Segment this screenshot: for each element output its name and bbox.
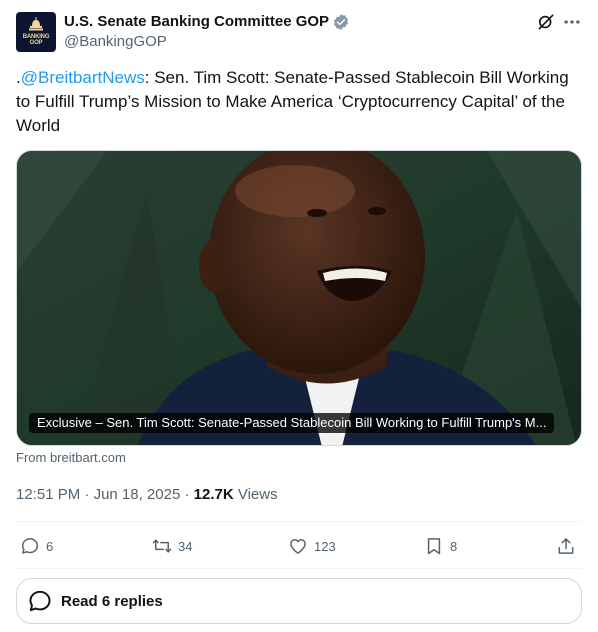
- author-display-name[interactable]: U.S. Senate Banking Committee GOP: [64, 12, 329, 32]
- more-icon[interactable]: [562, 12, 582, 32]
- bookmark-count: 8: [450, 538, 458, 554]
- share-icon: [558, 538, 574, 554]
- avatar-label: BANKING GOP: [22, 34, 50, 46]
- author-names: U.S. Senate Banking Committee GOP @Banki…: [64, 12, 350, 52]
- action-bar: 6 34 123 8: [16, 534, 582, 558]
- divider: [16, 568, 582, 569]
- like-count: 123: [314, 538, 336, 554]
- like-button[interactable]: 123: [288, 534, 336, 558]
- meta-separator: ·: [84, 486, 90, 503]
- capitol-dome-icon: [29, 17, 43, 31]
- verified-badge-icon[interactable]: [332, 13, 350, 31]
- replies-bubble-icon: [29, 590, 51, 612]
- author-display-name-row[interactable]: U.S. Senate Banking Committee GOP: [64, 12, 350, 32]
- bookmark-icon: [427, 538, 441, 555]
- link-source[interactable]: From breitbart.com: [16, 450, 126, 466]
- repost-button[interactable]: 34: [152, 534, 192, 558]
- views-count: 12.7K: [193, 486, 234, 503]
- link-card-image[interactable]: Exclusive – Sen. Tim Scott: Senate-Passe…: [16, 150, 582, 446]
- tweet-meta: 12:51 PM · Jun 18, 2025 · 12.7K Views: [16, 485, 278, 505]
- bookmark-button[interactable]: 8: [424, 534, 457, 558]
- news-photo: [17, 151, 581, 445]
- meta-separator: ·: [184, 486, 190, 503]
- like-icon: [290, 539, 306, 554]
- tweet-date[interactable]: Jun 18, 2025: [94, 486, 181, 503]
- reply-count: 6: [46, 538, 54, 554]
- reply-button[interactable]: 6: [20, 534, 53, 558]
- author-handle[interactable]: @BankingGOP: [64, 32, 350, 52]
- link-card-caption[interactable]: Exclusive – Sen. Tim Scott: Senate-Passe…: [29, 413, 555, 433]
- share-button[interactable]: [556, 534, 582, 558]
- repost-icon: [152, 539, 172, 553]
- reply-icon: [21, 538, 39, 554]
- avatar[interactable]: BANKING GOP: [16, 12, 56, 52]
- tweet-text: .@BreitbartNews: Sen. Tim Scott: Senate-…: [16, 66, 582, 138]
- divider: [16, 521, 582, 522]
- mention-link[interactable]: @BreitbartNews: [21, 68, 145, 87]
- tweet-header: BANKING GOP U.S. Senate Banking Committe…: [16, 12, 582, 52]
- views-label: Views: [237, 486, 278, 503]
- read-replies-label: Read 6 replies: [61, 592, 163, 610]
- grok-icon[interactable]: [536, 12, 556, 32]
- read-replies-button[interactable]: Read 6 replies: [16, 578, 582, 624]
- tweet-time[interactable]: 12:51 PM: [16, 486, 80, 503]
- repost-count: 34: [178, 538, 193, 554]
